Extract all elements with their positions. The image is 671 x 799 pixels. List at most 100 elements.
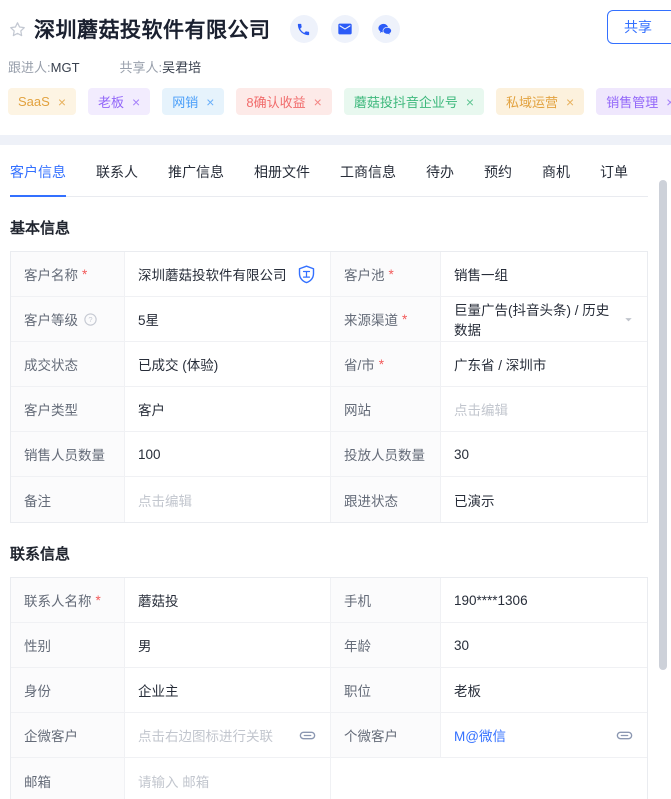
tab-2[interactable]: 推广信息 <box>168 162 224 196</box>
wechat-customer-value[interactable]: M@微信 <box>441 713 647 758</box>
cell-text: 30 <box>454 447 469 462</box>
remark-value[interactable]: 点击编辑 <box>125 477 331 522</box>
cell-text: 成交状态 <box>24 354 78 374</box>
source-channel-value[interactable]: 巨量广告(抖音头条) / 历史数据 <box>441 297 647 342</box>
cell-text: 100 <box>138 447 161 462</box>
sharer-label: 共享人: <box>120 60 163 75</box>
required-mark: * <box>379 357 384 372</box>
cell-text: 个微客户 <box>344 725 398 745</box>
mobile-label: 手机 <box>331 578 441 623</box>
star-icon[interactable] <box>8 20 27 39</box>
tab-8[interactable]: 订单 <box>600 162 628 196</box>
age-value[interactable]: 30 <box>441 623 647 668</box>
customer-detail-page: 深圳蘑菇投软件有限公司 共享 跟进人:MGT 共享人:吴君培 <box>0 0 671 799</box>
wecom-customer-value[interactable]: 点击右边图标进行关联 <box>125 713 331 758</box>
follow-status-value[interactable]: 已演示 <box>441 477 647 522</box>
link-icon[interactable] <box>290 726 317 745</box>
title-row: 深圳蘑菇投软件有限公司 <box>8 12 671 46</box>
tab-4[interactable]: 工商信息 <box>340 162 396 196</box>
ad-staff-count-value[interactable]: 30 <box>441 432 647 477</box>
phone-icon[interactable] <box>290 15 318 43</box>
deal-status-value[interactable]: 已成交 (体验) <box>125 342 331 387</box>
website-label: 网站 <box>331 387 441 432</box>
close-icon[interactable]: × <box>58 95 66 109</box>
tab-6[interactable]: 预约 <box>484 162 512 196</box>
share-button[interactable]: 共享 <box>607 10 671 44</box>
remark-label: 备注 <box>11 477 125 522</box>
wechat-icon[interactable] <box>372 15 400 43</box>
contact-info-table: 联系人名称*蘑菇投手机190****1306性别男年龄30身份企业主职位老板企微… <box>10 577 648 799</box>
mail-icon[interactable] <box>331 15 359 43</box>
cell-text: 蘑菇投 <box>138 590 179 610</box>
tab-7[interactable]: 商机 <box>542 162 570 196</box>
mobile-value[interactable]: 190****1306 <box>441 578 647 623</box>
customer-name-value[interactable]: 深圳蘑菇投软件有限公司 <box>125 252 331 297</box>
cell-text: 手机 <box>344 590 371 610</box>
cell-text: 请输入 邮箱 <box>138 771 209 791</box>
tab-5[interactable]: 待办 <box>426 162 454 196</box>
cell-text: 联系人名称 <box>24 590 92 610</box>
tag-label: 网销 <box>172 92 198 111</box>
sharer-field: 共享人:吴君培 <box>120 57 202 76</box>
tab-0[interactable]: 客户信息 <box>10 162 66 197</box>
wecom-customer-label: 企微客户 <box>11 713 125 758</box>
cell-text: 已成交 (体验) <box>138 354 218 374</box>
shield-verify-icon[interactable] <box>288 264 317 285</box>
contact-name-value[interactable]: 蘑菇投 <box>125 578 331 623</box>
required-mark: * <box>389 267 394 282</box>
section-title: 基本信息 <box>10 217 648 238</box>
close-icon[interactable]: × <box>466 95 474 109</box>
follower-label: 跟进人: <box>8 60 51 75</box>
cell-text: 客户池 <box>344 264 385 284</box>
customer-level-value[interactable]: 5星 <box>125 297 331 342</box>
gender-value[interactable]: 男 <box>125 623 331 668</box>
cell-text: 30 <box>454 638 469 653</box>
empty-value <box>331 758 647 799</box>
close-icon[interactable]: × <box>206 95 214 109</box>
email-value[interactable]: 请输入 邮箱 <box>125 758 331 799</box>
cell-text: 190****1306 <box>454 593 528 608</box>
section-contact-info: 联系信息联系人名称*蘑菇投手机190****1306性别男年龄30身份企业主职位… <box>10 543 648 799</box>
help-icon[interactable]: ? <box>83 312 98 327</box>
customer-name-label: 客户名称* <box>11 252 125 297</box>
website-value[interactable]: 点击编辑 <box>441 387 647 432</box>
tag-label: 8确认收益 <box>246 92 305 111</box>
identity-label: 身份 <box>11 668 125 713</box>
sales-staff-count-value[interactable]: 100 <box>125 432 331 477</box>
follower-value: MGT <box>51 60 80 75</box>
cell-text: 备注 <box>24 490 51 510</box>
vertical-scrollbar-thumb[interactable] <box>659 180 667 670</box>
position-label: 职位 <box>331 668 441 713</box>
cell-text: 年龄 <box>344 635 371 655</box>
cell-text: 男 <box>138 635 152 655</box>
tag: 8确认收益 × <box>236 88 331 115</box>
tag-label: 蘑菇投抖音企业号 <box>354 92 458 111</box>
caret-down-icon[interactable] <box>615 314 634 325</box>
tag: SaaS× <box>8 88 76 115</box>
card-divider <box>0 135 671 145</box>
tab-3[interactable]: 相册文件 <box>254 162 310 196</box>
customer-type-value[interactable]: 客户 <box>125 387 331 432</box>
header: 深圳蘑菇投软件有限公司 共享 跟进人:MGT 共享人:吴君培 <box>0 0 671 115</box>
cell-text: 邮箱 <box>24 771 51 791</box>
cell-text: 已演示 <box>454 490 495 510</box>
close-icon[interactable]: × <box>666 95 671 109</box>
close-icon[interactable]: × <box>566 95 574 109</box>
close-icon[interactable]: × <box>132 95 140 109</box>
customer-pool-label: 客户池 * <box>331 252 441 297</box>
province-city-label: 省/市* <box>331 342 441 387</box>
section-title: 联系信息 <box>10 543 648 564</box>
province-city-value[interactable]: 广东省 / 深圳市 <box>441 342 647 387</box>
cell-text: 广东省 / 深圳市 <box>454 354 546 374</box>
identity-value[interactable]: 企业主 <box>125 668 331 713</box>
meta-row: 跟进人:MGT 共享人:吴君培 <box>8 57 671 76</box>
follow-status-label: 跟进状态 <box>331 477 441 522</box>
position-value[interactable]: 老板 <box>441 668 647 713</box>
close-icon[interactable]: × <box>314 95 322 109</box>
cell-text: 巨量广告(抖音头条) / 历史数据 <box>454 299 615 339</box>
header-action-icons <box>277 15 400 43</box>
customer-pool-value[interactable]: 销售一组 <box>441 252 647 297</box>
tab-1[interactable]: 联系人 <box>96 162 138 196</box>
link-icon[interactable] <box>607 726 634 745</box>
cell-text: 点击编辑 <box>138 490 192 510</box>
